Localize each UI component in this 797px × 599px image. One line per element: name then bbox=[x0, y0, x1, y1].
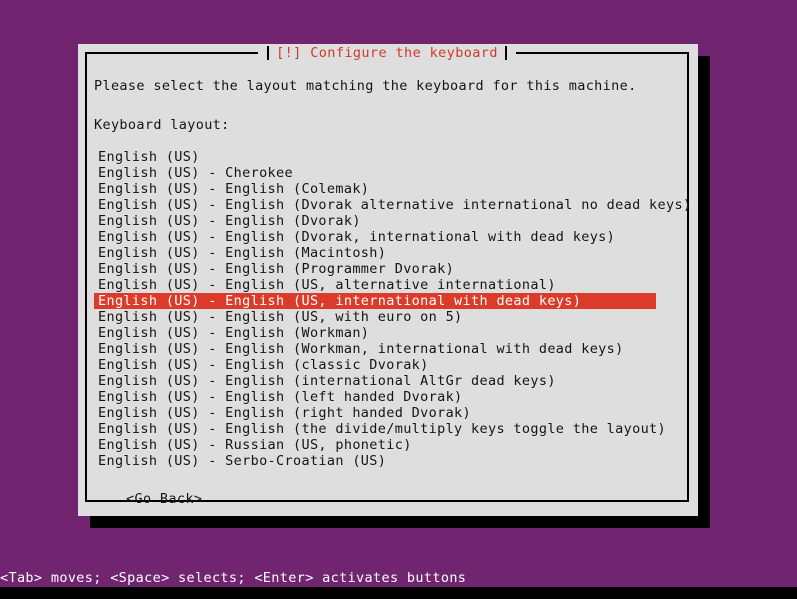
prompt-text: Please select the layout matching the ke… bbox=[94, 78, 637, 94]
configure-keyboard-dialog: [!] Configure the keyboard Please select… bbox=[78, 44, 698, 516]
list-item[interactable]: English (US) - English (the divide/multi… bbox=[94, 421, 666, 437]
list-item[interactable]: English (US) - English (Dvorak) bbox=[94, 213, 656, 229]
list-item[interactable]: English (US) - English (classic Dvorak) bbox=[94, 357, 656, 373]
list-item[interactable]: English (US) bbox=[94, 149, 656, 165]
list-item[interactable]: English (US) - English (Programmer Dvora… bbox=[94, 261, 656, 277]
list-item[interactable]: English (US) - English (Dvorak, internat… bbox=[94, 229, 656, 245]
list-item[interactable]: English (US) - English (Dvorak alternati… bbox=[94, 197, 691, 213]
dialog-button-row: <Go Back> bbox=[94, 491, 674, 507]
list-item[interactable]: English (US) - Cherokee bbox=[94, 165, 656, 181]
list-item[interactable]: English (US) - English (US, alternative … bbox=[94, 277, 656, 293]
list-item[interactable]: English (US) - English (Colemak) bbox=[94, 181, 656, 197]
installer-screen: [!] Configure the keyboard Please select… bbox=[0, 0, 797, 599]
bottom-black-strip bbox=[0, 587, 797, 599]
dialog-body: Please select the layout matching the ke… bbox=[94, 78, 691, 507]
list-item[interactable]: English (US) - Russian (US, phonetic) bbox=[94, 437, 656, 453]
list-item[interactable]: English (US) - English (international Al… bbox=[94, 373, 656, 389]
list-item[interactable]: English (US) - English (US, with euro on… bbox=[94, 309, 656, 325]
keyboard-layout-label: Keyboard layout: bbox=[94, 117, 230, 133]
list-item[interactable]: English (US) - English (left handed Dvor… bbox=[94, 389, 656, 405]
keyboard-layout-list[interactable]: English (US) English (US) - Cherokee Engli… bbox=[94, 149, 691, 469]
list-item[interactable]: English (US) - English (right handed Dvo… bbox=[94, 405, 656, 421]
list-item-selected[interactable]: English (US) - English (US, internationa… bbox=[94, 293, 656, 309]
list-item[interactable]: English (US) - English (Macintosh) bbox=[94, 245, 656, 261]
list-item[interactable]: English (US) - English (Workman, interna… bbox=[94, 341, 656, 357]
go-back-button[interactable]: <Go Back> bbox=[126, 491, 202, 507]
status-bar: <Tab> moves; <Space> selects; <Enter> ac… bbox=[0, 569, 797, 587]
list-item[interactable]: English (US) - English (Workman) bbox=[94, 325, 656, 341]
list-item[interactable]: English (US) - Serbo-Croatian (US) bbox=[94, 453, 656, 469]
